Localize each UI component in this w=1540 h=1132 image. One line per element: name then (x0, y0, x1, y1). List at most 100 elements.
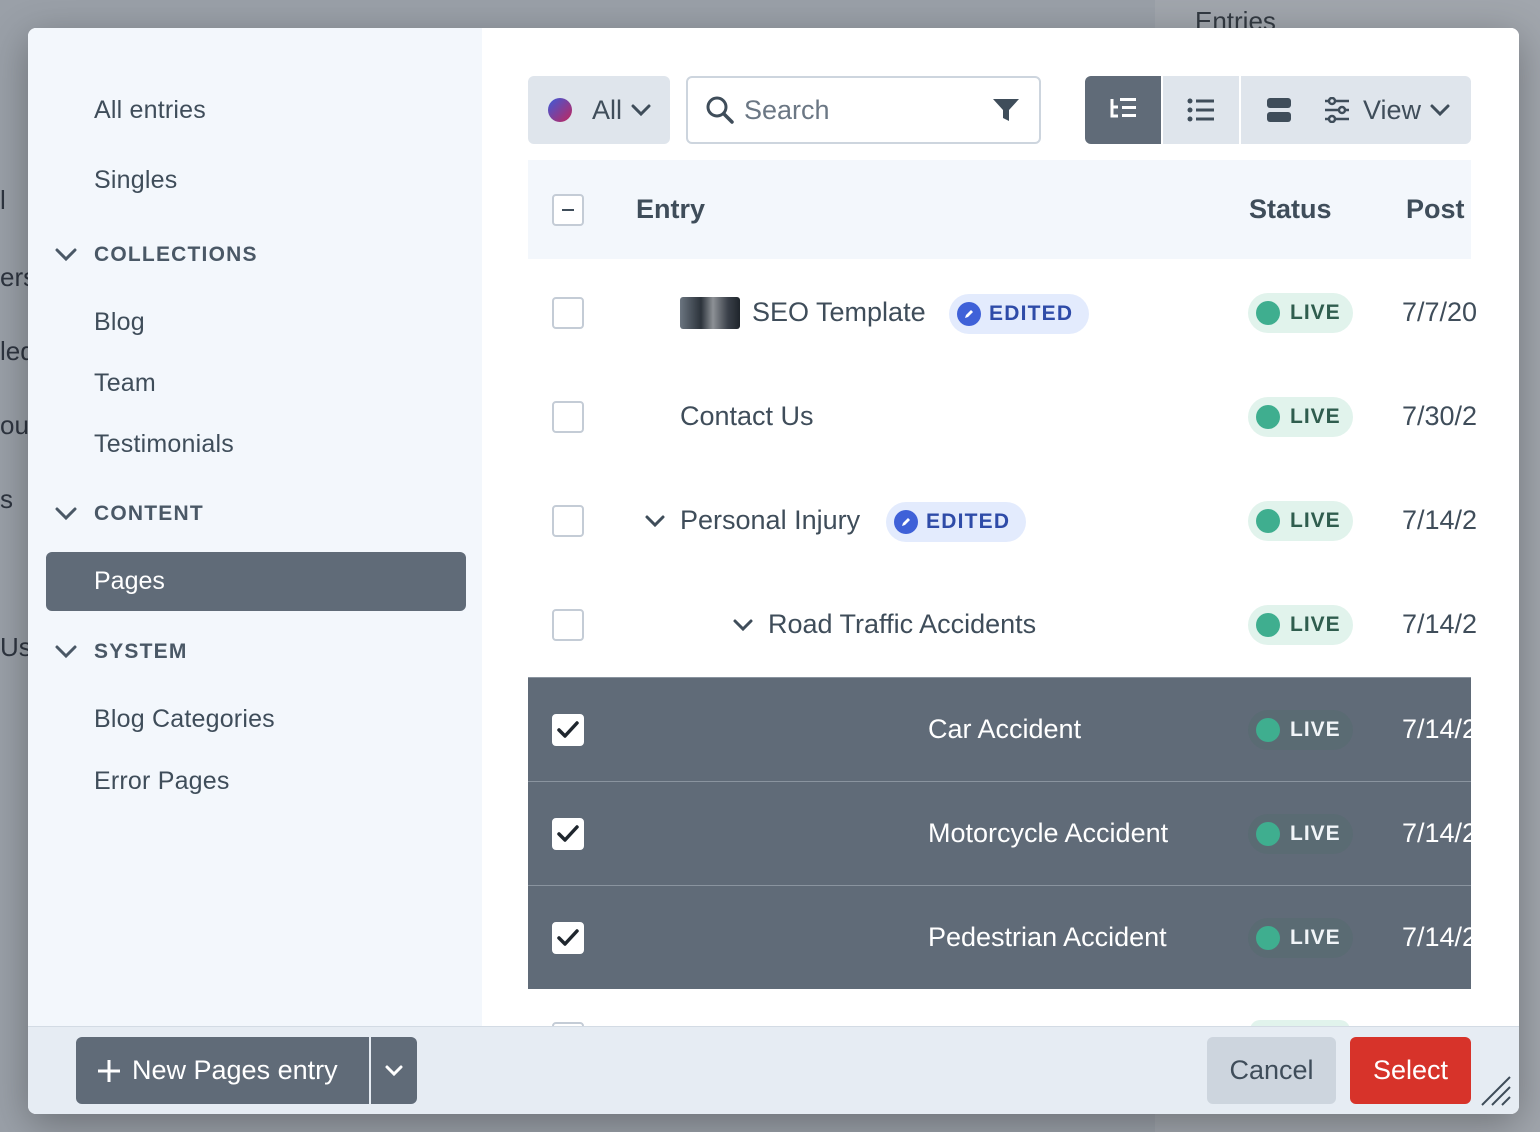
select-button[interactable]: Select (1350, 1037, 1471, 1104)
search-placeholder: Search (744, 94, 830, 125)
row-checkbox[interactable] (552, 609, 584, 641)
checkmark-icon (557, 929, 579, 946)
background-fragment: s (0, 484, 13, 514)
sliders-icon (1325, 97, 1349, 123)
entry-select-modal: All entries Singles COLLECTIONS Blog Tea… (28, 28, 1519, 1114)
cards-view-icon (1267, 98, 1291, 122)
row-checkbox-checked[interactable] (552, 818, 584, 850)
entry-title[interactable]: Contact Us (680, 401, 814, 432)
cancel-button[interactable]: Cancel (1207, 1037, 1336, 1104)
status-label: LIVE (1290, 822, 1341, 845)
sidebar-item-singles[interactable]: Singles (94, 166, 177, 195)
status-badge: LIVE (1248, 710, 1353, 750)
sidebar-heading-collections[interactable]: COLLECTIONS (52, 243, 258, 267)
entries-main: All Search View Entry Status Post SEO Te… (482, 28, 1519, 1026)
status-dot (1256, 509, 1280, 533)
entry-title[interactable]: Motorcycle Accident (928, 818, 1168, 849)
chevron-down-icon[interactable] (732, 617, 754, 633)
chevron-down-icon (631, 104, 651, 117)
resize-handle-icon[interactable] (1478, 1073, 1512, 1107)
badge-label: EDITED (989, 302, 1074, 325)
table-row[interactable]: Road Traffic Accidents LIVE 7/14/2 (528, 573, 1477, 677)
select-all-checkbox[interactable] (552, 194, 584, 226)
status-label: LIVE (1290, 718, 1341, 741)
checkmark-icon (557, 825, 579, 842)
table-row-selected[interactable]: Car Accident LIVE 7/14/2 (528, 677, 1477, 781)
new-entry-label: New Pages entry (132, 1055, 338, 1085)
search-input[interactable]: Search (686, 76, 1041, 144)
modal-footer: New Pages entry Cancel Select (28, 1026, 1519, 1114)
post-date: 7/14/2 (1402, 609, 1478, 639)
status-badge: LIVE (1248, 814, 1353, 854)
structure-view-icon (1110, 98, 1136, 118)
post-date: 7/14/2 (1402, 922, 1478, 952)
sidebar-item-testimonials[interactable]: Testimonials (94, 430, 234, 459)
table-row[interactable]: Personal Injury EDITED LIVE 7/14/2 (528, 469, 1477, 573)
table-header: Entry Status Post (528, 160, 1471, 259)
background-fragment: ou (0, 410, 29, 440)
sidebar-item-team[interactable]: Team (94, 369, 156, 398)
site-menu-button[interactable]: All (528, 76, 670, 144)
new-entry-button[interactable]: New Pages entry (76, 1037, 369, 1104)
entry-title[interactable]: SEO Template (752, 297, 926, 328)
table-row[interactable]: Contact Us LIVE 7/30/2 (528, 365, 1477, 469)
sidebar-item-error-pages[interactable]: Error Pages (94, 767, 230, 796)
column-header-status[interactable]: Status (1249, 194, 1332, 225)
post-date: 7/14/2 (1402, 505, 1478, 535)
entry-title[interactable]: Road Traffic Accidents (768, 609, 1036, 640)
table-row-partial (528, 1013, 1471, 1026)
chevron-down-icon (55, 248, 77, 262)
source-sidebar: All entries Singles COLLECTIONS Blog Tea… (28, 28, 482, 1026)
status-label: LIVE (1290, 926, 1341, 949)
status-dot (1256, 718, 1280, 742)
sidebar-heading-content[interactable]: CONTENT (52, 502, 204, 526)
status-badge: LIVE (1248, 397, 1353, 437)
list-view-icon (1187, 98, 1214, 122)
status-label: LIVE (1290, 301, 1341, 324)
sidebar-heading-system[interactable]: SYSTEM (52, 640, 188, 664)
new-entry-menu-button[interactable] (371, 1037, 417, 1104)
chevron-down-icon (385, 1065, 403, 1076)
checkmark-icon (557, 721, 579, 738)
status-badge: LIVE (1248, 501, 1353, 541)
entry-title[interactable]: Pedestrian Accident (928, 922, 1167, 953)
post-date: 7/14/2 (1402, 714, 1478, 744)
site-color-dot (548, 98, 572, 122)
background-fragment: l (0, 185, 6, 215)
status-badge: LIVE (1248, 918, 1353, 958)
row-checkbox[interactable] (552, 505, 584, 537)
chevron-down-icon[interactable] (644, 513, 666, 529)
sidebar-item-blog[interactable]: Blog (94, 308, 145, 337)
row-checkbox-checked[interactable] (552, 714, 584, 746)
status-dot (1256, 926, 1280, 950)
sidebar-heading-label: CONTENT (94, 502, 204, 525)
status-label: LIVE (1290, 509, 1341, 532)
post-date: 7/7/20 (1402, 297, 1478, 327)
filter-icon[interactable] (991, 96, 1021, 124)
column-header-post-date[interactable]: Post (1406, 194, 1465, 225)
edited-badge: EDITED (886, 502, 1027, 542)
sidebar-item-blog-categories[interactable]: Blog Categories (94, 705, 275, 734)
row-checkbox[interactable] (552, 297, 584, 329)
entry-title[interactable]: Car Accident (928, 714, 1081, 745)
list-view-button[interactable] (1163, 76, 1239, 144)
pencil-icon (957, 302, 981, 326)
sidebar-item-all-entries[interactable]: All entries (94, 96, 206, 125)
table-row-selected[interactable]: Motorcycle Accident LIVE 7/14/2 (528, 781, 1477, 885)
status-dot (1256, 822, 1280, 846)
structure-view-button[interactable] (1085, 76, 1161, 144)
entry-title[interactable]: Personal Injury (680, 505, 860, 536)
table-row-selected[interactable]: Pedestrian Accident LIVE 7/14/2 (528, 885, 1477, 989)
sidebar-item-label: Pages (94, 567, 165, 595)
site-label: All (592, 94, 623, 125)
row-checkbox-checked[interactable] (552, 922, 584, 954)
row-checkbox[interactable] (552, 401, 584, 433)
column-header-entry[interactable]: Entry (636, 194, 705, 225)
status-label: LIVE (1290, 405, 1341, 428)
sidebar-item-pages[interactable]: Pages (46, 552, 466, 611)
view-options-button[interactable]: View (1305, 76, 1471, 144)
background-fragment: Us (0, 632, 32, 662)
status-dot (1256, 613, 1280, 637)
sidebar-heading-label: COLLECTIONS (94, 243, 258, 266)
table-row[interactable]: SEO Template EDITED LIVE 7/7/20 (528, 261, 1477, 365)
